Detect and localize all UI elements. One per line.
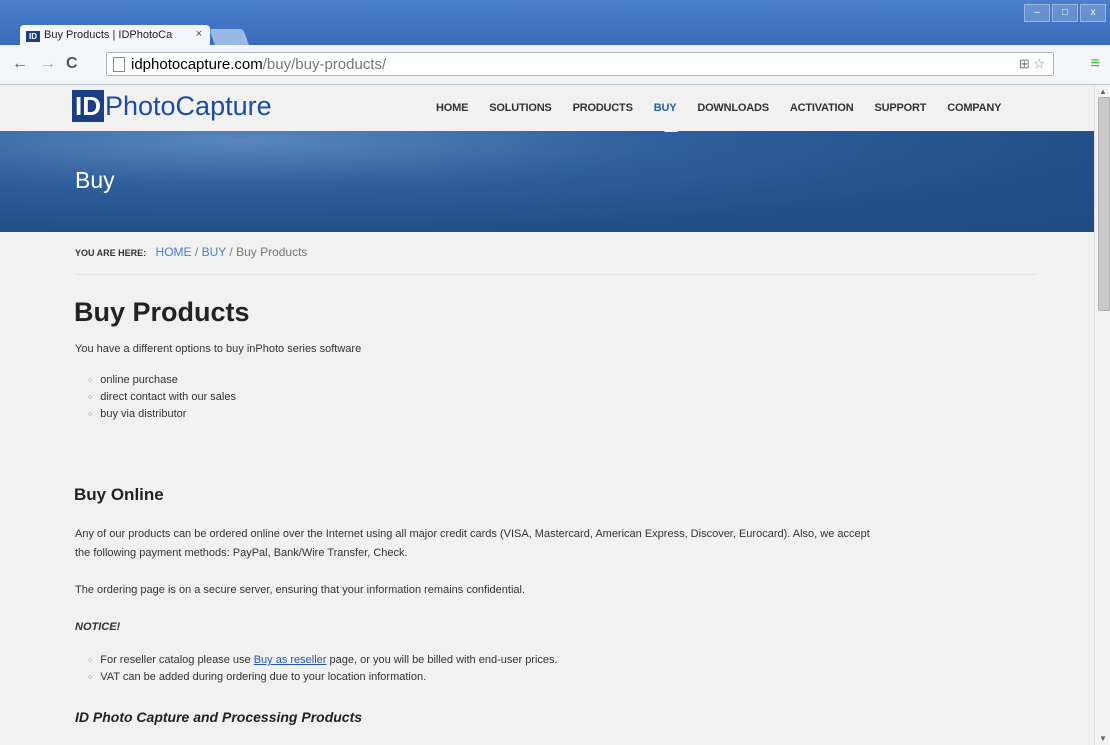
address-bar[interactable]: idphotocapture.com/buy/buy-products/ ⊞ ☆ xyxy=(106,52,1054,76)
secure-server-paragraph: The ordering page is on a secure server,… xyxy=(75,584,526,596)
notice-label: NOTICE! xyxy=(75,621,121,633)
scroll-up-icon[interactable]: ▲ xyxy=(1099,87,1107,96)
logo-text: PhotoCapture xyxy=(105,91,272,121)
site-header: ID PhotoCapture HOME SOLUTIONS PRODUCTS B… xyxy=(0,85,1094,131)
scrollbar-thumb[interactable] xyxy=(1098,97,1110,311)
main-nav: HOME SOLUTIONS PRODUCTS BUY DOWNLOADS AC… xyxy=(436,102,1022,114)
notice-1-text-end: page, or you will be billed with end-use… xyxy=(326,654,558,666)
options-list: online purchase direct contact with our … xyxy=(88,374,236,425)
maximize-button[interactable]: □ xyxy=(1052,4,1078,22)
breadcrumb-separator: / xyxy=(229,245,233,259)
tab-title: Buy Products | IDPhotoCa xyxy=(44,29,173,41)
browser-titlebar: ID Buy Products | IDPhotoCa × – □ x xyxy=(0,0,1110,46)
url-text: idphotocapture.com/buy/buy-products/ xyxy=(131,56,386,73)
scroll-down-icon[interactable]: ▼ xyxy=(1099,734,1107,743)
active-nav-pointer xyxy=(664,125,678,132)
banner-title: Buy xyxy=(75,167,115,193)
forward-arrow-icon[interactable]: → xyxy=(40,55,56,73)
list-item: online purchase xyxy=(88,374,236,391)
bookmark-star-icon[interactable]: ⊞ ☆ xyxy=(1019,56,1045,72)
notice-1-text: For reseller catalog please use xyxy=(100,654,254,666)
breadcrumb-buy[interactable]: BUY xyxy=(202,245,226,259)
list-item: buy via distributor xyxy=(88,408,236,425)
divider xyxy=(75,274,1037,275)
breadcrumb: YOU ARE HERE: HOME / BUY / Buy Products xyxy=(75,245,307,259)
buy-online-heading: Buy Online xyxy=(74,485,164,504)
vertical-scrollbar[interactable]: ▲ ▼ xyxy=(1094,85,1110,745)
menu-icon[interactable]: ≡ xyxy=(1091,55,1100,73)
nav-downloads[interactable]: DOWNLOADS xyxy=(697,102,769,114)
nav-support[interactable]: SUPPORT xyxy=(874,102,926,114)
page-banner: Buy xyxy=(0,131,1094,232)
nav-company[interactable]: COMPANY xyxy=(947,102,1001,114)
logo-id: ID xyxy=(72,90,104,122)
buy-as-reseller-link[interactable]: Buy as reseller xyxy=(254,654,327,666)
reload-icon[interactable]: C xyxy=(66,55,78,73)
window-controls: – □ x xyxy=(1024,4,1106,22)
breadcrumb-home[interactable]: HOME xyxy=(156,245,192,259)
nav-activation[interactable]: ACTIVATION xyxy=(790,102,854,114)
tab-close-icon[interactable]: × xyxy=(196,28,202,40)
list-item: VAT can be added during ordering due to … xyxy=(88,671,558,688)
nav-home[interactable]: HOME xyxy=(436,102,468,114)
buy-online-paragraph-line-2: the following payment methods: PayPal, B… xyxy=(75,547,408,559)
url-path: /buy/buy-products/ xyxy=(262,56,387,73)
breadcrumb-current: Buy Products xyxy=(236,245,308,259)
nav-solutions[interactable]: SOLUTIONS xyxy=(489,102,552,114)
breadcrumb-separator: / xyxy=(194,245,199,259)
minimize-button[interactable]: – xyxy=(1024,4,1050,22)
nav-buy[interactable]: BUY xyxy=(654,102,677,114)
buy-online-paragraph-line-1: Any of our products can be ordered onlin… xyxy=(75,528,870,540)
url-host: idphotocapture.com xyxy=(131,56,263,73)
site-favicon-icon: ID xyxy=(26,31,40,42)
page-title: Buy Products xyxy=(74,297,250,327)
list-item: direct contact with our sales xyxy=(88,391,236,408)
site-logo[interactable]: ID PhotoCapture xyxy=(72,90,272,124)
close-window-button[interactable]: x xyxy=(1080,4,1106,22)
products-heading: ID Photo Capture and Processing Products xyxy=(75,709,363,725)
page-icon xyxy=(113,57,125,72)
list-item: For reseller catalog please use Buy as r… xyxy=(88,654,558,671)
intro-text: You have a different options to buy inPh… xyxy=(75,343,362,355)
breadcrumb-label: YOU ARE HERE: xyxy=(75,248,147,258)
nav-products[interactable]: PRODUCTS xyxy=(573,102,633,114)
notice-list: For reseller catalog please use Buy as r… xyxy=(88,654,558,688)
web-page: ID PhotoCapture HOME SOLUTIONS PRODUCTS B… xyxy=(0,85,1094,745)
back-arrow-icon[interactable]: ← xyxy=(12,55,28,73)
new-tab-button[interactable] xyxy=(209,29,249,45)
browser-toolbar: ← → C idphotocapture.com/buy/buy-product… xyxy=(0,46,1110,85)
browser-tab[interactable]: ID Buy Products | IDPhotoCa × xyxy=(20,25,210,46)
